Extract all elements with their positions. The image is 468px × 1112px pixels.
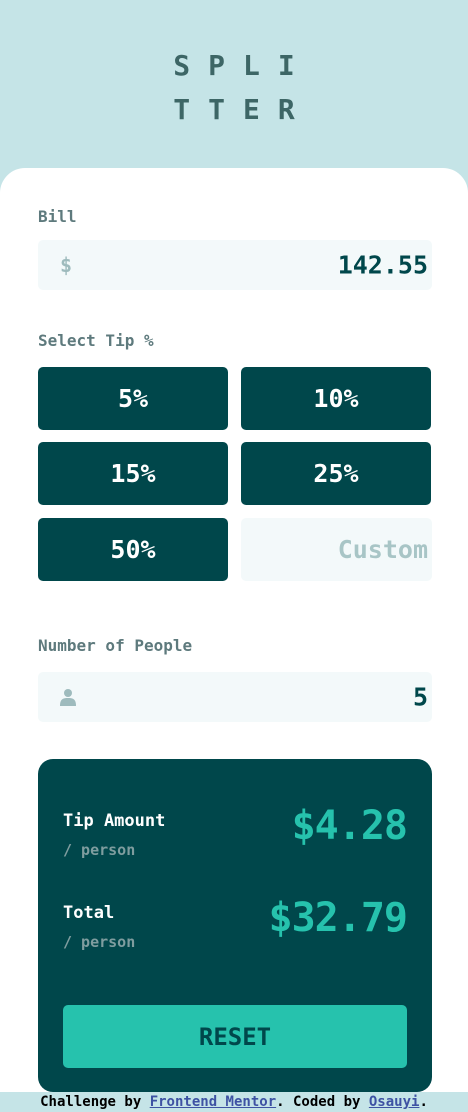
tip-amount-label: Tip Amount xyxy=(63,811,166,831)
attribution-prefix: Challenge by xyxy=(40,1094,150,1110)
bill-label: Bill xyxy=(38,207,77,226)
tip-label: Select Tip % xyxy=(38,331,154,350)
tip-button-15[interactable]: 15% xyxy=(38,442,228,505)
app-logo: SPLI TTER xyxy=(0,44,468,132)
dollar-icon: $ xyxy=(60,253,73,277)
attribution-suffix: . xyxy=(419,1094,428,1110)
frontend-mentor-link[interactable]: Frontend Mentor xyxy=(150,1094,276,1110)
logo-line-1: SPLI xyxy=(173,49,313,82)
tip-button-50[interactable]: 50% xyxy=(38,518,228,581)
logo-line-2: TTER xyxy=(173,93,313,126)
total-per-person: / person xyxy=(63,933,136,951)
bill-value: 142.55 xyxy=(337,250,428,280)
reset-button[interactable]: RESET xyxy=(63,1005,407,1068)
bill-input[interactable]: $ 142.55 xyxy=(38,240,432,290)
people-value: 5 xyxy=(412,682,428,712)
people-input[interactable]: 5 xyxy=(38,672,432,722)
person-icon xyxy=(60,688,76,706)
author-link[interactable]: Osauyi xyxy=(369,1094,420,1110)
custom-tip-input[interactable]: Custom xyxy=(241,518,432,581)
tip-button-25[interactable]: 25% xyxy=(241,442,431,505)
people-label: Number of People xyxy=(38,636,193,655)
tip-button-10[interactable]: 10% xyxy=(241,367,431,430)
total-value: $32.79 xyxy=(268,895,408,941)
results-panel: Tip Amount / person $4.28 Total / person… xyxy=(38,759,432,1092)
attribution: Challenge by Frontend Mentor. Coded by O… xyxy=(0,1093,468,1112)
total-label: Total xyxy=(63,903,115,923)
tip-amount-value: $4.28 xyxy=(291,803,408,849)
attribution-middle: . Coded by xyxy=(276,1094,369,1110)
tip-amount-per-person: / person xyxy=(63,841,136,859)
tip-button-5[interactable]: 5% xyxy=(38,367,228,430)
